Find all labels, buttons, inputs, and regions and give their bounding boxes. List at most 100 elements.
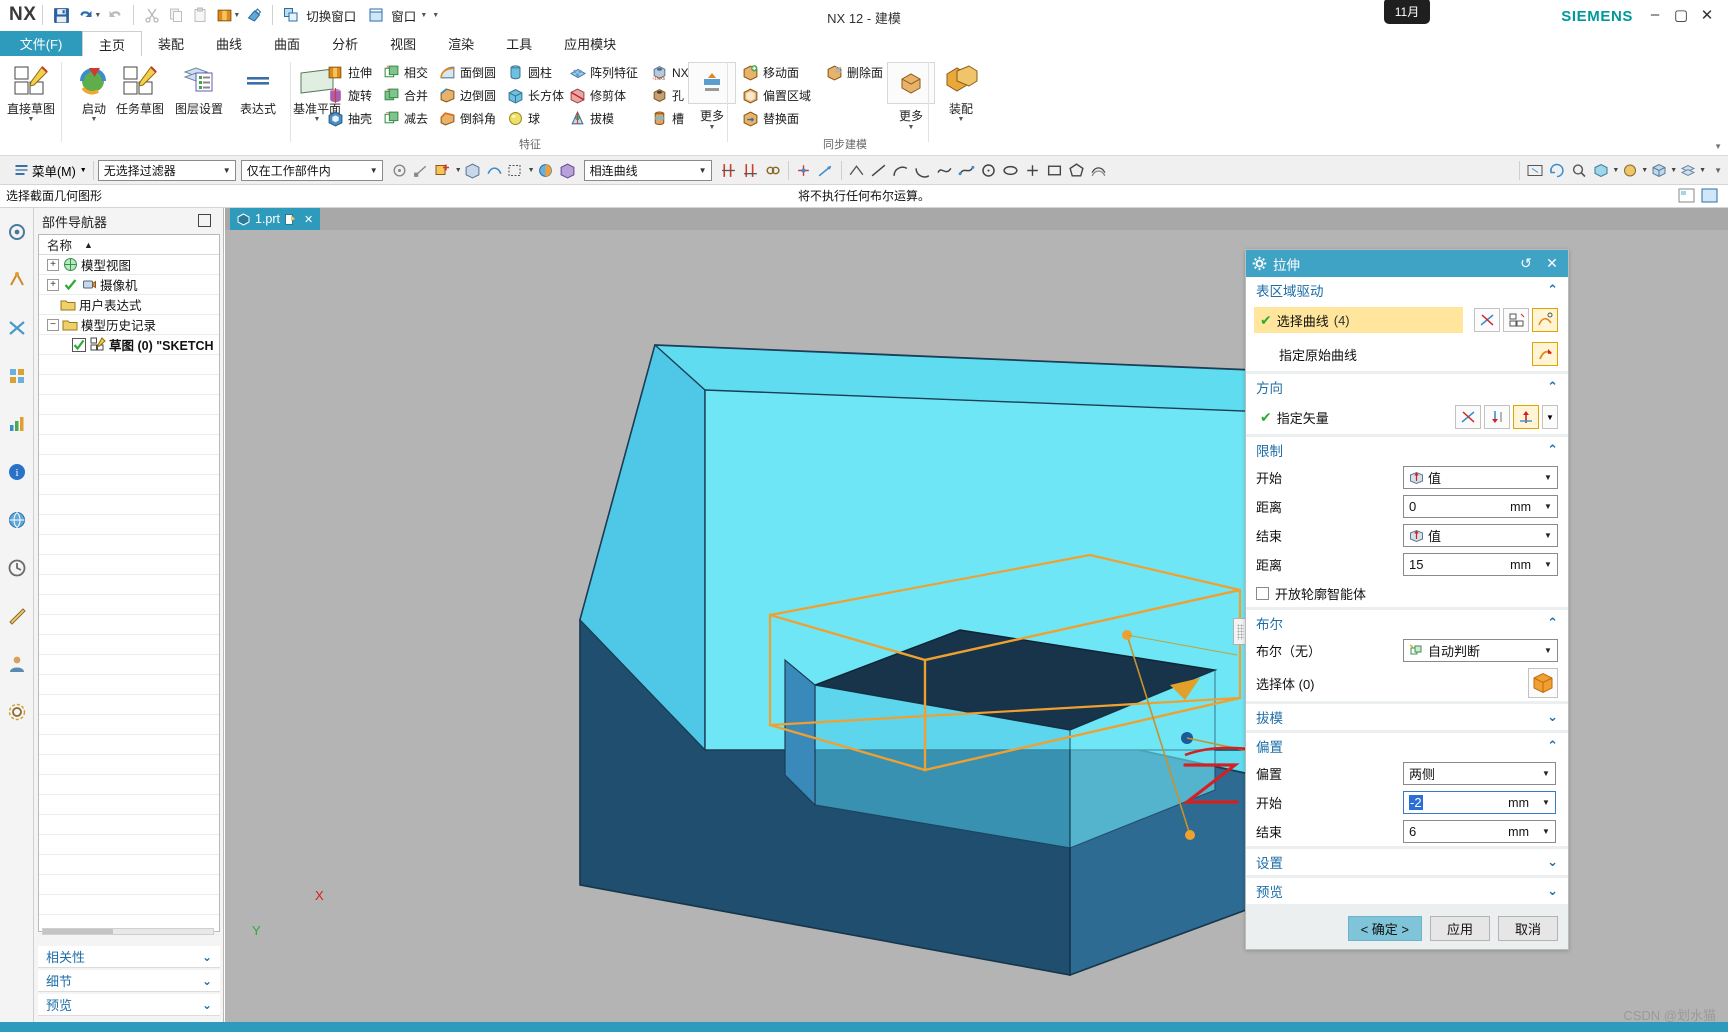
view-style-icon[interactable] <box>1590 159 1612 182</box>
view-zoom-icon[interactable] <box>1568 159 1590 182</box>
limit-end-combo[interactable]: 值 ▼ <box>1403 524 1558 547</box>
offset-start-field[interactable]: -2 mm ▼ <box>1403 791 1556 814</box>
selbar-overflow-icon[interactable]: ▼ <box>1714 166 1722 175</box>
feature-edge-blend[interactable]: 边倒圆 <box>438 85 496 106</box>
layer-settings-button[interactable]: 图层设置 <box>168 60 230 116</box>
chain-within-feature-icon[interactable] <box>762 159 784 182</box>
chevron-down-icon[interactable]: ▼ <box>1539 531 1557 540</box>
eraser-icon[interactable] <box>242 4 266 27</box>
line-icon[interactable] <box>868 159 890 182</box>
chevron-down-icon[interactable]: ⌄ <box>1547 883 1558 899</box>
selection-filter-combo[interactable]: 无选择过滤器 ▼ <box>97 159 236 181</box>
chevron-down-icon[interactable]: ⌄ <box>202 974 212 988</box>
cut-icon[interactable] <box>140 4 164 27</box>
sync-delete-face[interactable]: 删除面 <box>825 62 883 83</box>
rail-web-browser-icon[interactable] <box>0 496 34 544</box>
rail-part-navigator-icon[interactable] <box>0 304 34 352</box>
rail-reuse-library-icon[interactable] <box>0 352 34 400</box>
chevron-down-icon[interactable]: ▼ <box>1537 827 1555 836</box>
rail-roles-icon[interactable] <box>0 640 34 688</box>
vector-constructor-icon[interactable] <box>1513 405 1539 429</box>
selection-rect-dropdown-icon[interactable]: ▼ <box>528 167 535 174</box>
snap-surface-icon[interactable] <box>484 159 506 182</box>
pin-panel-button[interactable] <box>198 214 211 227</box>
cancel-button[interactable]: 取消 <box>1498 915 1558 941</box>
chevron-down-icon[interactable]: ▼ <box>219 166 235 175</box>
feature-subtract[interactable]: − 减去 <box>382 108 428 129</box>
layer-dropdown-icon[interactable]: ▼ <box>1699 167 1706 174</box>
view-rotate-icon[interactable] <box>1546 159 1568 182</box>
limit-start-distance-value[interactable]: 0 <box>1409 499 1416 514</box>
chevron-down-icon[interactable]: ⌄ <box>1547 854 1558 870</box>
feature-groove[interactable]: 槽 <box>650 108 684 129</box>
rectangle-icon[interactable] <box>1044 159 1066 182</box>
specify-origin-curve-row[interactable]: 指定原始曲线 <box>1254 341 1521 367</box>
tab-file[interactable]: 文件(F) <box>0 31 82 56</box>
expression-button[interactable]: 表达式 <box>227 60 289 116</box>
offset-curve-icon[interactable] <box>1088 159 1110 182</box>
sync-replace-face[interactable]: 替换面 <box>741 108 799 129</box>
open-profile-smart-row[interactable]: 开放轮廓智能体 <box>1246 579 1568 607</box>
chevron-up-icon[interactable]: ⌃ <box>1547 282 1558 298</box>
view-style-dropdown-icon[interactable]: ▼ <box>1612 167 1619 174</box>
sync-move-face[interactable]: 移动面 <box>741 62 799 83</box>
dialog-close-button[interactable]: ✕ <box>1542 255 1562 272</box>
tab-home[interactable]: 主页 <box>82 31 143 56</box>
task-sketch-button[interactable]: 任务草图 <box>109 60 171 116</box>
expander-icon[interactable]: − <box>47 318 59 331</box>
part-tab-1prt[interactable]: 1.prt ✕ <box>230 208 321 230</box>
limit-start-distance-field[interactable]: 0 mm ▼ <box>1403 495 1558 518</box>
tab-surface[interactable]: 曲面 <box>258 31 316 56</box>
start-sketch-dropdown-icon[interactable]: ▼ <box>63 116 125 123</box>
expander-icon[interactable]: + <box>47 278 59 291</box>
undo-dropdown-icon[interactable]: ▼ <box>94 12 101 19</box>
body-filter-icon[interactable] <box>557 159 579 182</box>
tab-render[interactable]: 渲染 <box>432 31 490 56</box>
point-constructor-icon[interactable] <box>793 159 815 182</box>
view-indicator-icon[interactable] <box>1678 188 1695 203</box>
feature-draft[interactable]: 拔模 <box>568 108 614 129</box>
circle-icon[interactable] <box>978 159 1000 182</box>
assembly-button[interactable]: 装配 ▼ <box>930 60 992 123</box>
feature-face-blend[interactable]: 面倒圆 <box>438 62 496 83</box>
chevron-down-icon[interactable]: ▼ <box>1539 502 1557 511</box>
snap-select-icon[interactable] <box>433 159 455 182</box>
point-icon[interactable] <box>1022 159 1044 182</box>
checkbox-checked-icon[interactable] <box>71 337 87 353</box>
maximize-button[interactable]: ▢ <box>1670 6 1692 24</box>
curve-rule-combo[interactable]: 相连曲线 ▼ <box>583 159 712 181</box>
window-indicator-icon[interactable] <box>1701 188 1718 203</box>
section-boolean-header[interactable]: 布尔 ⌃ <box>1246 610 1568 636</box>
select-curve-row[interactable]: ✔ 选择曲线 (4) <box>1254 307 1463 333</box>
sort-arrow-icon[interactable]: ▲ <box>84 240 93 250</box>
copy-icon[interactable] <box>164 4 188 27</box>
chevron-up-icon[interactable]: ⌃ <box>1547 738 1558 754</box>
tree-node-camera[interactable]: + 摄像机 <box>39 275 219 295</box>
tab-tools[interactable]: 工具 <box>490 31 548 56</box>
chevron-down-icon[interactable]: ▼ <box>1539 473 1557 482</box>
reverse-direction-icon[interactable] <box>1484 405 1510 429</box>
snap-dropdown-icon[interactable]: ▼ <box>455 167 462 174</box>
rail-history-icon[interactable] <box>0 544 34 592</box>
minimize-button[interactable]: – <box>1644 6 1666 23</box>
offset-type-combo[interactable]: 两侧 ▼ <box>1403 762 1556 785</box>
feature-more-button[interactable]: 更多 ▼ <box>688 62 736 131</box>
chevron-down-icon[interactable]: ▼ <box>366 166 382 175</box>
spline-icon[interactable] <box>934 159 956 182</box>
vector-filter-icon[interactable] <box>1455 405 1481 429</box>
section-limits-header[interactable]: 限制 ⌃ <box>1246 437 1568 463</box>
direct-sketch-button[interactable]: 直接草图 ▼ <box>0 60 62 123</box>
feature-sphere[interactable]: 球 <box>506 108 540 129</box>
rail-hd3d-icon[interactable] <box>0 400 34 448</box>
origin-curve-icon[interactable] <box>1532 342 1558 366</box>
window-icon[interactable] <box>364 4 388 27</box>
limit-end-distance-value[interactable]: 15 <box>1409 557 1423 572</box>
view-orient-dropdown-icon[interactable]: ▼ <box>1670 167 1677 174</box>
tree-node-user-expressions[interactable]: 用户表达式 <box>39 295 219 315</box>
extrude-dialog[interactable]: 拉伸 ↺ ✕ 表区域驱动 ⌃ ✔ 选择曲线 (4) 指定原始曲线 方向 ⌃ ✔ … <box>1245 249 1569 950</box>
ellipse-icon[interactable] <box>1000 159 1022 182</box>
feature-pattern[interactable]: 阵列特征 <box>568 62 638 83</box>
feature-chamfer[interactable]: 倒斜角 <box>438 108 496 129</box>
feature-hole[interactable]: 孔 <box>650 85 684 106</box>
section-direction-header[interactable]: 方向 ⌃ <box>1246 374 1568 400</box>
